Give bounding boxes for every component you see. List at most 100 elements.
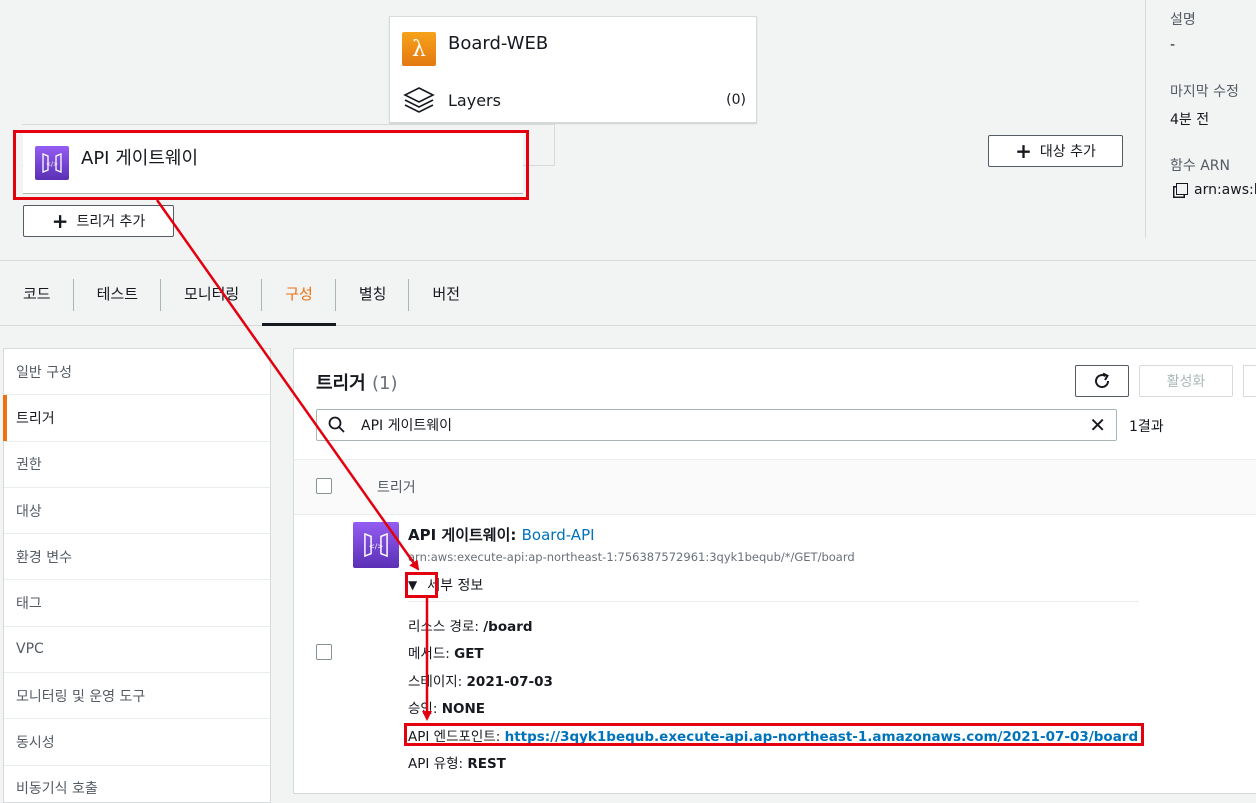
api-gateway-icon: </> (353, 522, 399, 568)
layers-count: (0) (726, 92, 746, 108)
trigger-row-icon: </> (353, 522, 399, 568)
function-arn-label: 함수 ARN (1170, 158, 1230, 174)
more-actions-button[interactable] (1243, 365, 1256, 397)
description-label: 설명 (1170, 12, 1196, 28)
tab-aliases[interactable]: 별칭 (336, 261, 410, 325)
tab-label: 버전 (432, 284, 461, 303)
trigger-api-link[interactable]: Board-API (522, 526, 595, 544)
detail-value: 2021-07-03 (466, 674, 553, 690)
nav-item-label: 모니터링 및 운영 도구 (16, 688, 146, 705)
detail-label: 리소스 경로: (408, 619, 484, 635)
nav-item-environment-variables[interactable]: 환경 변수 (4, 534, 270, 581)
layers-icon (403, 87, 435, 113)
add-trigger-label: 트리거 추가 (76, 214, 146, 230)
result-count: 1결과 (1129, 419, 1164, 435)
tab-monitoring[interactable]: 모니터링 (161, 261, 263, 325)
trigger-search-input[interactable]: API 게이트웨이 ✕ (316, 409, 1117, 441)
detail-method: 메서드: GET (408, 642, 484, 662)
function-name: Board-WEB (448, 32, 549, 54)
nav-item-label: 환경 변수 (16, 549, 72, 566)
tab-configuration[interactable]: 구성 (262, 261, 336, 326)
detail-label: 스테이지: (408, 674, 467, 690)
function-arn-text: arn:aws:l (1194, 182, 1256, 198)
annotation-box-caret (405, 572, 438, 598)
nav-item-general[interactable]: 일반 구성 (4, 349, 270, 396)
add-trigger-button[interactable]: + 트리거 추가 (23, 205, 174, 237)
nav-item-label: 태그 (16, 596, 42, 613)
configuration-nav: 일반 구성 트리거 권한 대상 환경 변수 태그 VPC 모니터링 및 운영 도… (3, 348, 271, 803)
activate-label: 활성화 (1166, 374, 1206, 390)
nav-item-monitoring-tools[interactable]: 모니터링 및 운영 도구 (4, 673, 270, 720)
tab-label: 별칭 (358, 284, 387, 303)
nav-item-destinations[interactable]: 대상 (4, 488, 270, 535)
nav-item-label: 일반 구성 (16, 364, 72, 381)
plus-icon: + (51, 209, 69, 233)
function-arn-value[interactable]: arn:aws:l (1176, 182, 1256, 198)
detail-value: REST (467, 756, 506, 772)
copy-icon[interactable] (1176, 183, 1188, 195)
nav-item-vpc[interactable]: VPC (4, 627, 270, 674)
refresh-button[interactable] (1075, 365, 1129, 397)
description-value: - (1170, 37, 1176, 53)
panel-title: 트리거 (1) (316, 369, 397, 395)
refresh-icon (1095, 372, 1110, 389)
panel-title-text: 트리거 (316, 373, 366, 394)
nav-item-label: VPC (16, 641, 44, 658)
tab-label: 구성 (285, 284, 313, 303)
details-divider (408, 601, 1139, 602)
add-destination-button[interactable]: + 대상 추가 (988, 135, 1123, 167)
active-tab-indicator (262, 323, 336, 326)
detail-authorization: 승인: NONE (408, 697, 485, 717)
trigger-arn: arn:aws:execute-api:ap-northeast-1:75638… (408, 550, 855, 564)
nav-item-concurrency[interactable]: 동시성 (4, 719, 270, 766)
function-card[interactable]: λ Board-WEB Layers (0) (389, 16, 757, 123)
annotation-box-endpoint (404, 723, 1144, 746)
trigger-type: API 게이트웨이: (408, 526, 522, 544)
plus-icon: + (1015, 139, 1032, 163)
row-checkbox[interactable] (316, 644, 332, 660)
nav-item-label: 트리거 (16, 410, 55, 427)
table-header: 트리거 (294, 459, 1256, 515)
function-overview-panel: 설명 - 마지막 수정 4분 전 함수 ARN arn:aws:l (1145, 0, 1256, 238)
tab-versions[interactable]: 버전 (409, 261, 483, 325)
function-designer: λ Board-WEB Layers (0) </> API 게이트웨이 + 트… (0, 0, 1256, 261)
tab-label: 모니터링 (184, 284, 240, 303)
detail-value: NONE (441, 701, 485, 717)
nav-item-async-invocation[interactable]: 비동기식 호출 (4, 766, 270, 803)
trigger-row-title: API 게이트웨이: Board-API (408, 524, 595, 545)
annotation-box-trigger (13, 130, 529, 200)
nav-item-label: 권한 (16, 457, 42, 474)
tab-label: 테스트 (96, 284, 139, 303)
nav-item-label: 대상 (16, 503, 42, 520)
search-value: API 게이트웨이 (361, 418, 452, 434)
layers-row[interactable]: Layers (0) (402, 85, 746, 115)
tab-label: 코드 (23, 284, 51, 303)
panel-title-count: (1) (371, 373, 398, 394)
nav-item-permissions[interactable]: 권한 (4, 442, 270, 488)
tab-test[interactable]: 테스트 (74, 261, 162, 325)
function-tabs: 코드 테스트 모니터링 구성 별칭 버전 (0, 261, 1256, 326)
detail-value: GET (454, 646, 484, 662)
nav-item-triggers[interactable]: 트리거 (3, 395, 270, 442)
select-all-checkbox[interactable] (316, 478, 332, 494)
triggers-panel: 트리거 (1) 활성화 API 게이트웨이 ✕ 1결과 트리거 </> API … (293, 348, 1256, 794)
add-destination-label: 대상 추가 (1039, 144, 1096, 160)
detail-label: API 유형: (408, 756, 468, 772)
detail-label: 메서드: (408, 646, 455, 662)
layers-label: Layers (448, 90, 501, 110)
clear-search-icon[interactable]: ✕ (1089, 413, 1106, 437)
detail-label: 승인: (408, 701, 442, 717)
activate-button[interactable]: 활성화 (1139, 365, 1233, 397)
detail-api-type: API 유형: REST (408, 752, 506, 772)
nav-item-tags[interactable]: 태그 (4, 580, 270, 627)
column-header-trigger: 트리거 (377, 480, 416, 496)
detail-resource-path: 리소스 경로: /board (408, 615, 533, 635)
detail-stage: 스테이지: 2021-07-03 (408, 670, 553, 690)
search-icon (328, 416, 345, 433)
detail-value: /board (483, 619, 533, 635)
nav-item-label: 비동기식 호출 (16, 781, 98, 798)
lambda-icon: λ (402, 32, 436, 66)
svg-text:</>: </> (369, 542, 384, 551)
tab-code[interactable]: 코드 (0, 261, 74, 325)
last-modified-label: 마지막 수정 (1170, 84, 1239, 100)
